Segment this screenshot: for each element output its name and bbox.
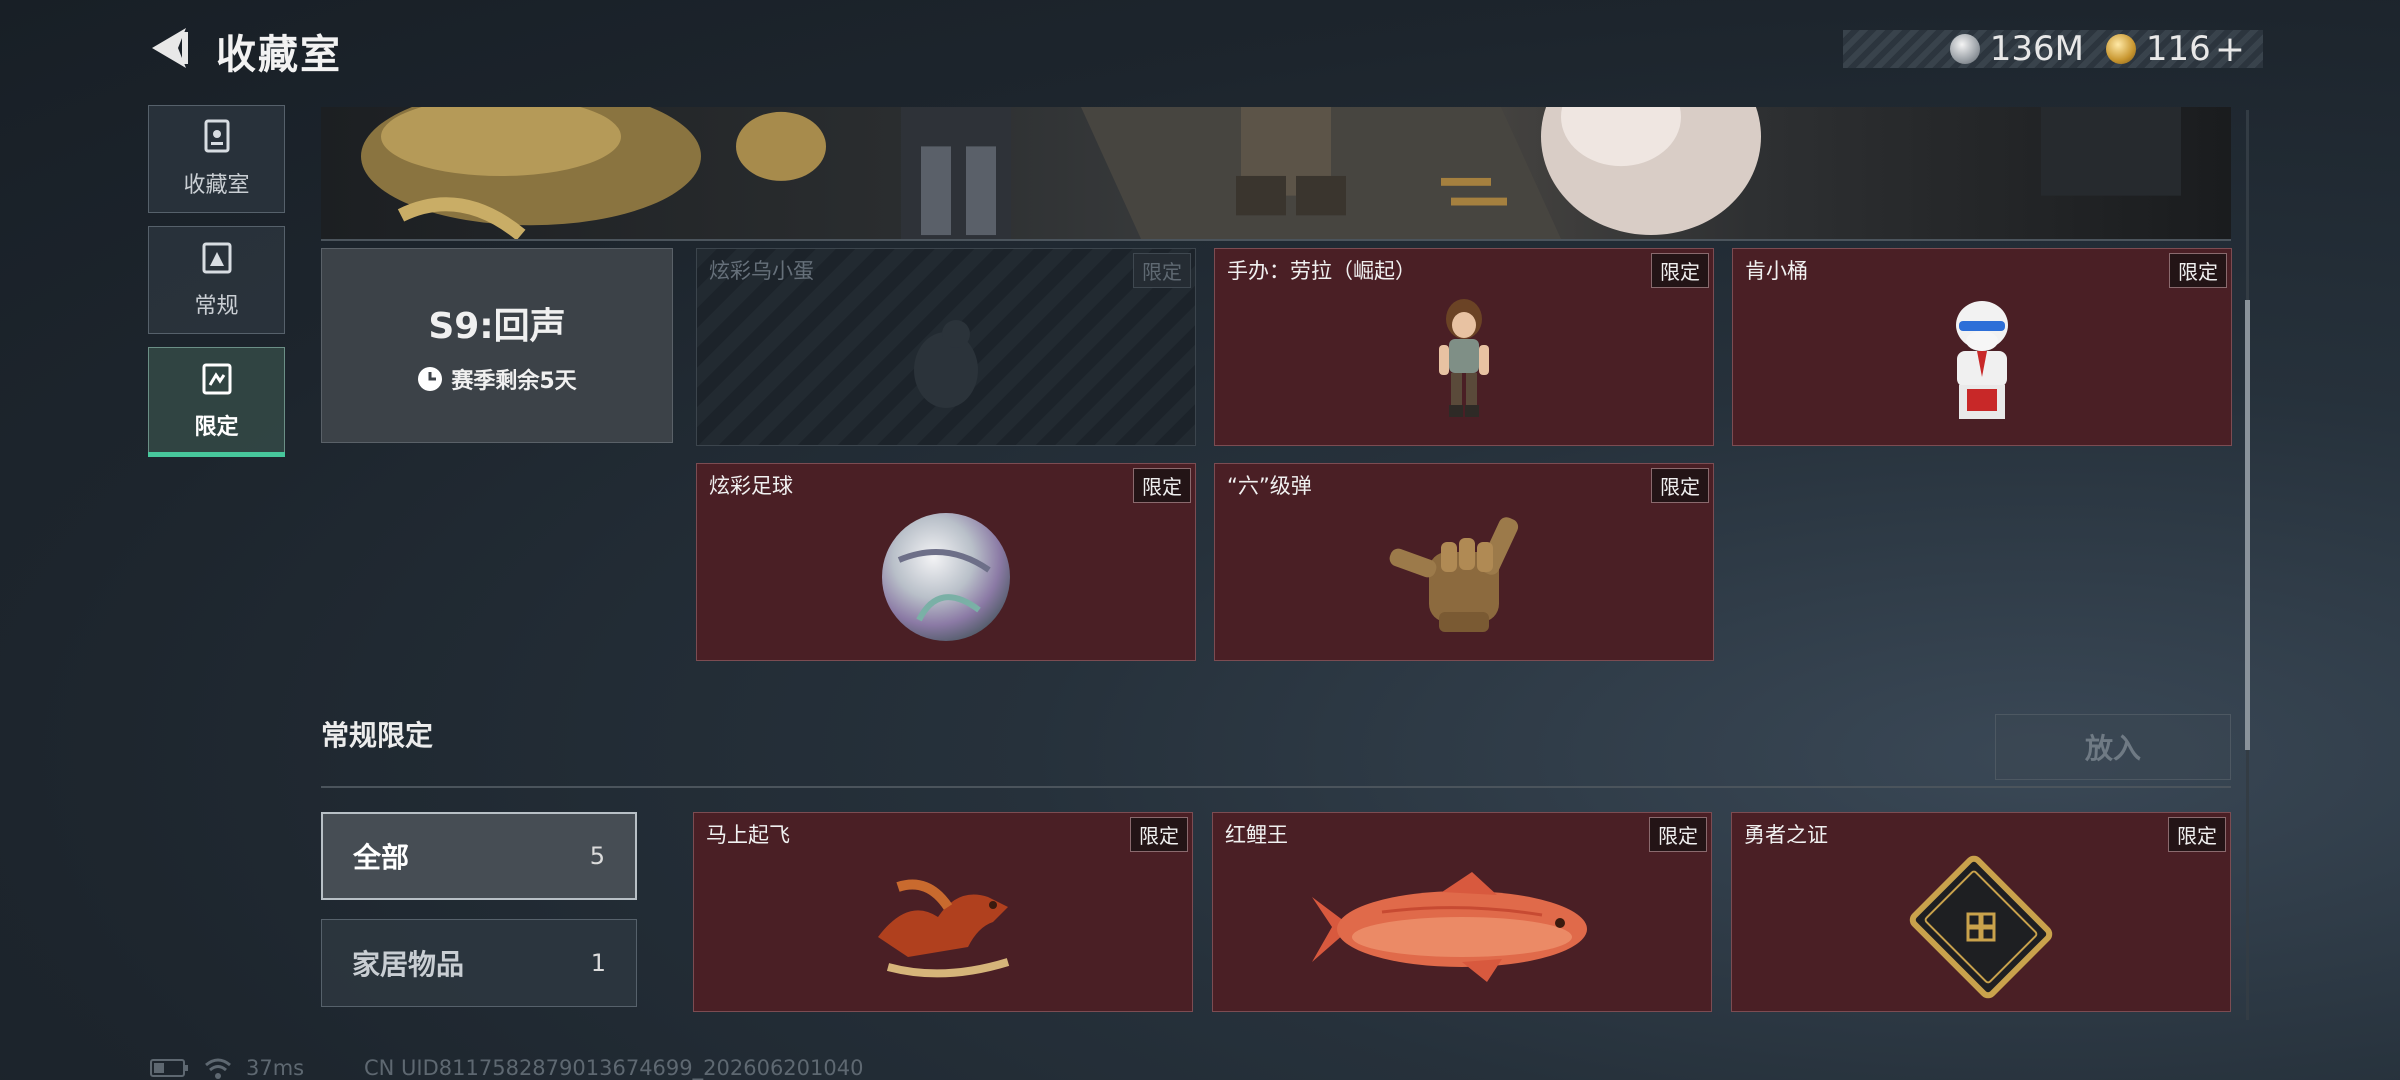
season-remaining: 赛季剩余5天: [417, 363, 577, 395]
category-label: 家居物品: [352, 948, 465, 981]
wifi-icon: [205, 1058, 231, 1079]
nav-item-label: 收藏室: [183, 173, 250, 198]
season-remaining-text: 赛季剩余5天: [451, 368, 577, 394]
item-card-golden-horse[interactable]: 马上起飞 限定: [693, 812, 1193, 1012]
limited-frame-icon: [200, 361, 234, 401]
back-arrow-icon: [152, 28, 188, 68]
add-currency-button[interactable]: +: [2215, 29, 2245, 70]
gold-amount: 116: [2145, 29, 2211, 69]
lara-figure-icon: [1439, 299, 1489, 417]
nav-item-label: 常规: [194, 294, 239, 319]
currency-bar: 136M 116 +: [1843, 29, 2263, 70]
iridescent-ball-icon: [882, 513, 1010, 641]
uid-text: CN UID8117582879013674699_202606201040: [364, 1056, 864, 1080]
gold-card-icon: [1909, 855, 2053, 999]
item-card-iridescent-ball[interactable]: 炫彩足球 限定: [696, 463, 1196, 661]
section-title: 常规限定: [321, 719, 434, 752]
clock-icon: [418, 366, 443, 391]
back-button[interactable]: [148, 26, 192, 70]
ping-text: 37ms: [246, 1056, 305, 1080]
nav-item-limited[interactable]: 限定: [148, 347, 285, 457]
item-card-hero-proof[interactable]: 勇者之证 限定: [1731, 812, 2231, 1012]
currency-gold[interactable]: 116 +: [2105, 29, 2245, 70]
silver-amount: 136M: [1989, 29, 2084, 69]
status-bar: 37ms: [150, 1056, 304, 1080]
collection-banner-image: [321, 107, 2231, 241]
item-card-colonel-bucket[interactable]: 肯小桶 限定: [1732, 248, 2232, 446]
gold-coin-icon: [2105, 34, 2136, 64]
nav-item-collection-room[interactable]: 收藏室: [148, 105, 285, 213]
egg-silhouette-icon: [914, 320, 978, 408]
frame-icon: [200, 240, 234, 280]
currency-silver: 136M: [1949, 29, 2084, 69]
item-card-lara-figure[interactable]: 手办：劳拉（崛起） 限定: [1214, 248, 1714, 446]
category-count: 5: [589, 842, 605, 870]
golden-horse-icon: [878, 879, 1010, 978]
category-label: 全部: [353, 841, 410, 874]
shaka-hand-icon: [1389, 517, 1519, 632]
category-all[interactable]: 全部 5: [321, 812, 637, 900]
colonel-figure-icon: [1956, 301, 2008, 419]
section-divider: [321, 786, 2231, 788]
nav-item-label: 限定: [194, 415, 239, 440]
season-title: S9:回声: [428, 305, 566, 347]
page-title: 收藏室: [216, 32, 342, 78]
item-card-iridescent-egg[interactable]: 炫彩乌小蛋 限定: [696, 248, 1196, 446]
season-card: S9:回声 赛季剩余5天: [321, 248, 673, 443]
item-card-red-carp[interactable]: 红鲤王 限定: [1212, 812, 1712, 1012]
silver-coin-icon: [1949, 34, 1980, 64]
battery-icon: [150, 1059, 188, 1077]
scrollbar-thumb[interactable]: [2245, 300, 2250, 750]
category-home-items[interactable]: 家居物品 1: [321, 919, 637, 1007]
red-carp-icon: [1312, 872, 1587, 982]
put-in-button[interactable]: 放入: [1995, 714, 2231, 780]
category-count: 1: [590, 949, 606, 977]
item-card-shaka-hand[interactable]: “六”级弹 限定: [1214, 463, 1714, 661]
trophy-cabinet-icon: [200, 119, 234, 159]
nav-item-regular[interactable]: 常规: [148, 226, 285, 334]
